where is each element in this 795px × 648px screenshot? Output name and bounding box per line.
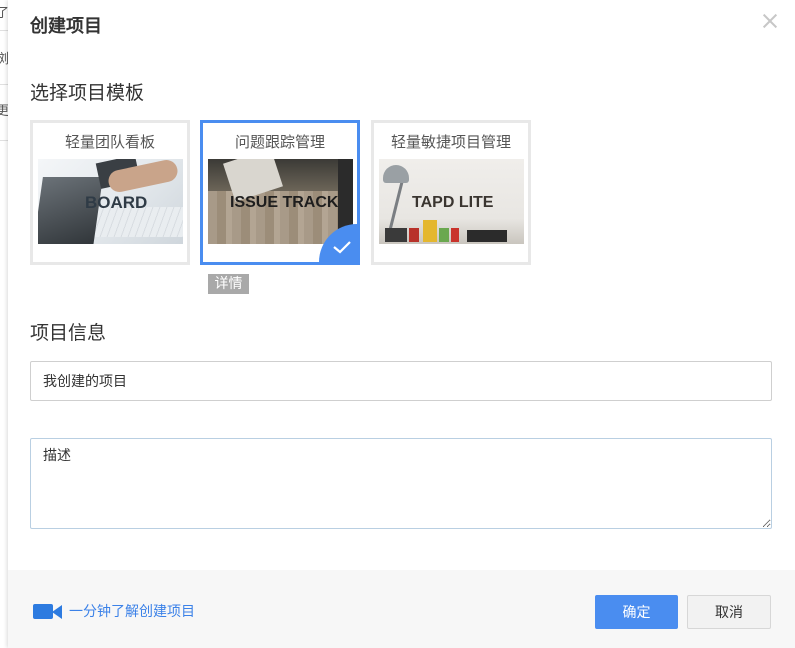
background-page: 了 浏 更 <box>0 0 9 648</box>
template-image-issue: ISSUE TRACK <box>208 159 353 244</box>
template-label: 轻量敏捷项目管理 <box>390 133 511 151</box>
info-section-title: 项目信息 <box>30 322 107 344</box>
template-detail-tag[interactable]: 详情 <box>208 274 249 294</box>
template-card-issue-tracking[interactable]: 问题跟踪管理 ISSUE TRACK <box>200 120 360 265</box>
close-icon[interactable] <box>759 10 781 32</box>
cancel-button[interactable]: 取消 <box>687 595 771 629</box>
video-intro-link[interactable]: 一分钟了解创建项目 <box>33 601 195 621</box>
template-image-board: BOARD <box>38 159 183 244</box>
background-divider <box>0 84 8 85</box>
dialog-title: 创建项目 <box>30 16 102 37</box>
create-project-dialog: 创建项目 选择项目模板 轻量团队看板 BOARD 问题跟踪管理 ISSUE TR… <box>8 0 795 648</box>
dialog-footer: 一分钟了解创建项目 确定 取消 <box>8 570 795 648</box>
background-divider <box>0 30 8 31</box>
template-label: 问题跟踪管理 <box>234 133 325 151</box>
confirm-button[interactable]: 确定 <box>595 595 678 629</box>
template-image-lite: TAPD LITE <box>379 159 524 244</box>
background-divider <box>0 140 8 141</box>
template-image-text: ISSUE TRACK <box>230 194 339 211</box>
template-card-tapd-lite[interactable]: 轻量敏捷项目管理 TAPD LITE <box>371 120 531 265</box>
project-name-input[interactable] <box>30 361 772 401</box>
template-label: 轻量团队看板 <box>64 133 155 151</box>
video-intro-label: 一分钟了解创建项目 <box>69 604 195 620</box>
video-camera-icon <box>33 602 63 620</box>
template-image-text: BOARD <box>85 193 148 212</box>
template-card-board[interactable]: 轻量团队看板 BOARD <box>30 120 190 265</box>
template-image-text: TAPD LITE <box>412 194 494 211</box>
template-section-title: 选择项目模板 <box>30 82 145 104</box>
project-description-input[interactable] <box>30 438 772 529</box>
